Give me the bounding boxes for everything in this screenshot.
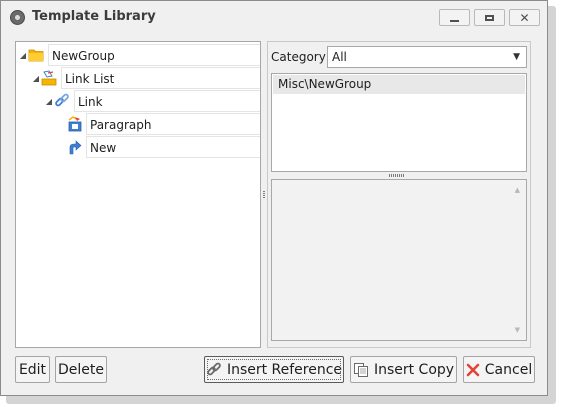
maximize-icon: [485, 14, 494, 21]
close-button[interactable]: ✕: [509, 9, 540, 26]
tree-node-paragraph[interactable]: Paragraph: [67, 113, 260, 135]
tree-node-newgroup[interactable]: ◢ NewGroup: [18, 44, 260, 66]
delete-button[interactable]: Delete: [55, 356, 107, 383]
category-list[interactable]: Misc\NewGroup: [271, 73, 527, 172]
tree-node-label: Paragraph: [86, 113, 260, 135]
tree-node-label: NewGroup: [48, 44, 260, 66]
edit-button-label: Edit: [18, 361, 47, 378]
new-arrow-icon: [67, 139, 83, 155]
title-bar[interactable]: Template Library ✕: [1, 1, 547, 34]
tree-node-new[interactable]: New: [67, 136, 260, 158]
minimize-button[interactable]: [439, 9, 470, 26]
minimize-icon: [450, 19, 459, 22]
tree-node-label: New: [86, 136, 260, 158]
link-icon: [54, 93, 70, 109]
template-tree[interactable]: ◢ NewGroup ◢ Link List ◢ Link Paragraph …: [15, 41, 261, 348]
link-icon: [206, 362, 222, 378]
horizontal-splitter[interactable]: [389, 174, 405, 177]
copy-icon: [353, 362, 369, 378]
cancel-button-label: Cancel: [484, 361, 533, 378]
category-label: Category: [271, 50, 326, 64]
app-icon: [10, 10, 25, 25]
edit-button[interactable]: Edit: [15, 356, 50, 383]
scroll-up-icon[interactable]: ▲: [515, 186, 520, 194]
scroll-down-icon[interactable]: ▼: [515, 326, 520, 334]
tree-node-link-list[interactable]: ◢ Link List: [31, 67, 260, 89]
insert-reference-button[interactable]: Insert Reference: [204, 356, 344, 383]
close-icon: ✕: [519, 10, 530, 25]
category-dropdown[interactable]: All ▼: [327, 46, 527, 68]
splitter-grip-icon: [263, 191, 265, 199]
cancel-button[interactable]: Cancel: [463, 356, 535, 383]
folder-icon: [28, 47, 44, 63]
tree-node-link[interactable]: ◢ Link: [44, 90, 260, 112]
expand-arrow-icon[interactable]: ◢: [31, 74, 41, 83]
tree-node-label: Link: [74, 90, 260, 112]
maximize-button[interactable]: [474, 9, 505, 26]
insert-copy-label: Insert Copy: [373, 361, 455, 378]
link-list-icon: [41, 70, 57, 86]
cancel-x-icon: [466, 363, 480, 377]
template-library-dialog: Template Library ✕ ◢ NewGroup ◢ Link Lis…: [0, 0, 548, 396]
template-preview-area[interactable]: ▲ ▼: [271, 179, 527, 341]
tree-node-label: Link List: [61, 67, 260, 89]
list-item[interactable]: Misc\NewGroup: [273, 75, 525, 94]
delete-button-label: Delete: [58, 361, 104, 378]
window-title: Template Library: [32, 9, 156, 24]
insert-reference-label: Insert Reference: [226, 361, 343, 378]
dropdown-arrow-icon[interactable]: ▼: [513, 52, 520, 62]
expand-arrow-icon[interactable]: ◢: [44, 97, 54, 106]
category-selected-value: All: [332, 50, 347, 64]
paragraph-icon: [67, 116, 83, 132]
insert-copy-button[interactable]: Insert Copy: [350, 356, 457, 383]
expand-arrow-icon[interactable]: ◢: [18, 51, 28, 60]
